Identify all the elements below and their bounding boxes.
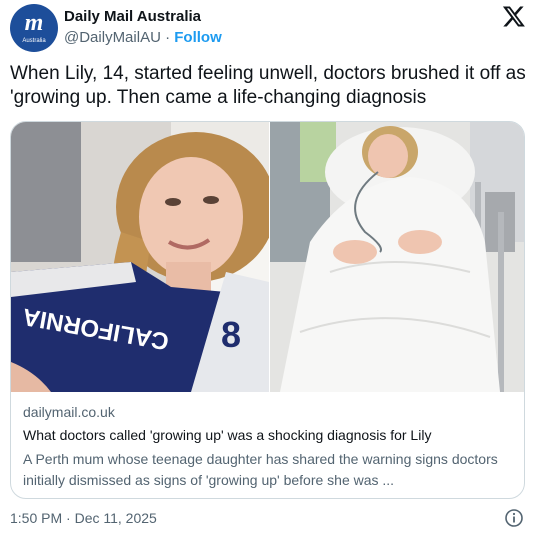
separator: ·: [165, 29, 171, 46]
card-description: A Perth mum whose teenage daughter has s…: [23, 451, 498, 488]
card-photos[interactable]: CALIFORNIA 8: [11, 122, 524, 392]
avatar[interactable]: m Australia: [10, 4, 58, 52]
x-logo-icon[interactable]: [502, 4, 526, 28]
photo-left-image: CALIFORNIA 8: [11, 122, 269, 392]
link-card[interactable]: CALIFORNIA 8 dailymail.co.uk What doctor…: [10, 121, 525, 499]
handle-row: @DailyMailAU · Follow: [64, 29, 222, 46]
photo-right-image: [270, 122, 524, 392]
tweet: m Australia Daily Mail Australia @DailyM…: [0, 0, 537, 536]
shirt-number: 8: [221, 314, 241, 355]
info-icon[interactable]: [504, 508, 524, 528]
tweet-text: When Lily, 14, started feeling unwell, d…: [10, 63, 526, 108]
avatar-subtext: Australia: [22, 38, 46, 44]
avatar-logo-text: m: [24, 10, 44, 36]
account-handle[interactable]: @DailyMailAU: [64, 29, 161, 46]
photo-right[interactable]: [270, 122, 524, 392]
timestamp[interactable]: 1:50 PM · Dec 11, 2025: [10, 510, 157, 526]
card-domain: dailymail.co.uk: [23, 404, 115, 420]
account-name[interactable]: Daily Mail Australia: [64, 8, 201, 25]
card-title[interactable]: What doctors called 'growing up' was a s…: [23, 427, 431, 443]
photo-left[interactable]: CALIFORNIA 8: [11, 122, 269, 392]
follow-button[interactable]: Follow: [174, 29, 222, 46]
